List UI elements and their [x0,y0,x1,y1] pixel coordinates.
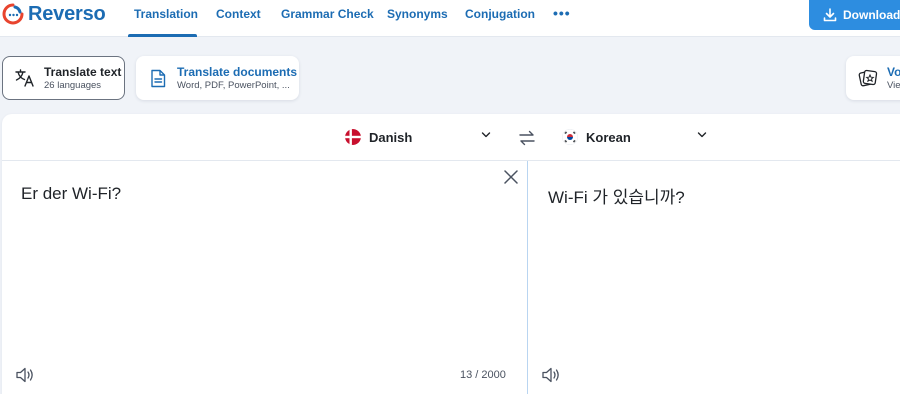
brand-name: Reverso [28,2,106,25]
nav-context[interactable]: Context [216,7,261,21]
source-language-select[interactable]: Danish [345,129,491,145]
nav-synonyms[interactable]: Synonyms [387,7,448,21]
translated-text: Wi-Fi 가 있습니까? [548,188,685,207]
character-counter: 13 / 2000 [460,369,506,381]
target-language-select[interactable]: Korean [562,129,707,145]
nav-conjugation[interactable]: Conjugation [465,7,535,21]
translate-text-subtitle: 26 languages [44,79,102,91]
document-icon [147,67,169,89]
translate-text-title: Translate text [44,64,122,79]
download-icon [823,8,837,22]
source-text-area[interactable]: Er der Wi-Fi? 13 / 2000 [2,161,527,394]
danish-flag-icon [345,129,361,145]
korean-flag-icon [562,129,578,145]
translator-panel: Danish Korean Er der Wi-Fi? 13 / 2000 Wi… [2,114,900,394]
reverso-logo[interactable]: Reverso [2,3,106,25]
nav-grammar-check[interactable]: Grammar Check [281,7,374,21]
translate-text-card[interactable]: Translate text 26 languages [2,56,125,100]
download-button[interactable]: Download f [809,0,900,30]
vocabulary-subtitle: View [887,79,900,91]
active-tab-indicator [128,34,197,37]
target-language-name: Korean [586,129,631,145]
download-label: Download f [843,8,900,22]
language-bar: Danish Korean [2,114,900,161]
speaker-icon[interactable] [15,366,35,384]
reverso-logo-icon [2,3,24,25]
close-icon[interactable] [502,168,520,186]
translate-icon [14,67,36,89]
translate-documents-title: Translate documents [177,64,298,79]
source-text[interactable]: Er der Wi-Fi? [21,184,121,204]
speaker-icon[interactable] [541,366,561,384]
nav-translation[interactable]: Translation [134,7,198,21]
source-language-name: Danish [369,129,413,145]
top-navigation-bar: Reverso Translation Context Grammar Chec… [0,0,900,37]
translation-output-area: Wi-Fi 가 있습니까? [527,161,900,394]
vocabulary-title: Voc [887,64,900,79]
swap-languages-icon[interactable] [517,129,537,147]
more-menu-button[interactable]: ••• [553,5,571,21]
chevron-down-icon [697,132,707,138]
chevron-down-icon [481,132,491,138]
translate-documents-subtitle: Word, PDF, PowerPoint, ... [177,79,290,91]
vocabulary-card[interactable]: Voc View [846,56,900,100]
flashcards-icon [857,67,879,89]
translate-documents-card[interactable]: Translate documents Word, PDF, PowerPoin… [136,56,299,100]
